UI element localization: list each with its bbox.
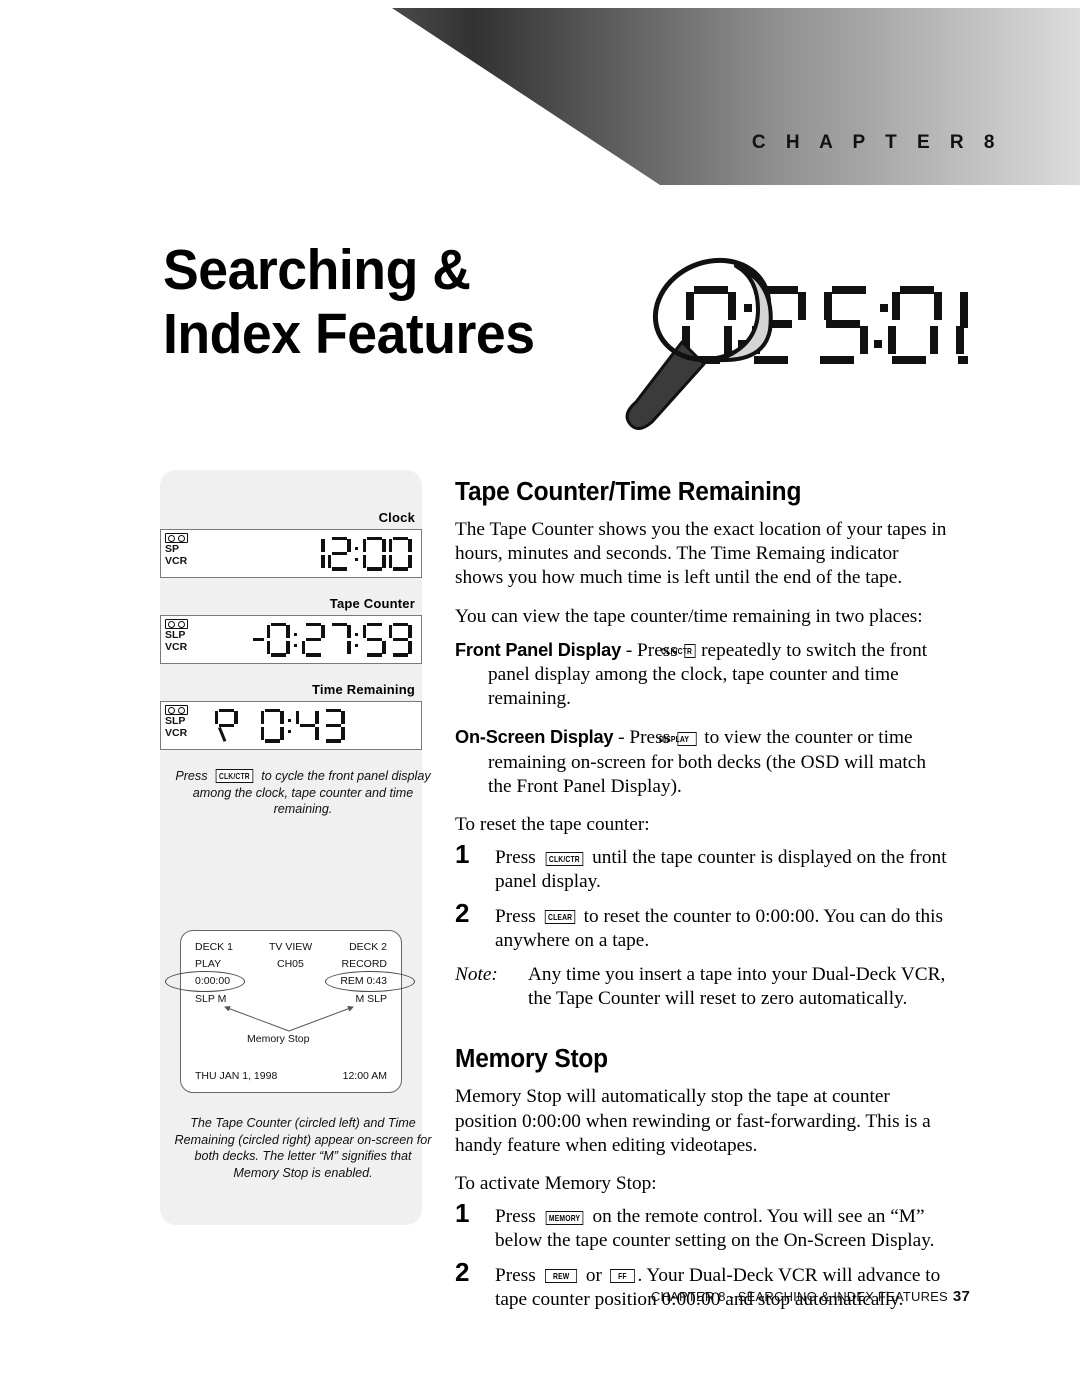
tape-counter-paragraph-1: The Tape Counter shows you the exact loc… <box>455 519 947 589</box>
step-reset-2: 2 Press CLEAR to reset the counter to 0:… <box>455 900 950 953</box>
sidebar-panel <box>160 470 422 1225</box>
cassette-icon <box>165 619 188 629</box>
section-heading-tape-counter: Tape Counter/Time Remaining <box>455 478 802 506</box>
key-ff[interactable]: FF <box>609 1269 635 1284</box>
chapter-banner: C H A P T E R 8 <box>0 0 1080 200</box>
lcd-screen: SLP VCR <box>160 615 422 664</box>
page-title-line2: Index Features <box>163 302 535 367</box>
memory-stop-paragraph-1: Memory Stop will automatically stop the … <box>455 1086 931 1156</box>
tape-counter-paragraph-2: You can view the tape counter/time remai… <box>455 605 923 627</box>
step-pre: Press <box>495 1264 536 1286</box>
step-pre: Press <box>495 1206 536 1228</box>
lcd-speed-label: SLP <box>165 715 186 727</box>
tape-counter-note: Note: Any time you insert a tape into you… <box>455 963 950 1011</box>
reset-intro: To reset the tape counter: <box>455 814 650 836</box>
lcd-source-label: VCR <box>165 726 188 739</box>
osd-callout-arrows <box>224 1005 354 1032</box>
key-clk-ctr[interactable]: CLK/CTR <box>215 768 254 783</box>
note-pre: Press <box>175 769 208 783</box>
lcd-speed-label: SP <box>165 543 180 555</box>
key-clk-ctr[interactable]: CLK/CTR <box>661 644 695 659</box>
sidebar-note-osd: The Tape Counter (circled left) and Time… <box>174 1116 432 1180</box>
lcd-source-label: VCR <box>165 640 188 653</box>
key-clk-ctr[interactable]: CLK/CTR <box>545 851 583 866</box>
step-pre: Press <box>495 847 536 869</box>
page-title: Searching & Index Features <box>163 238 605 367</box>
step-mid: or <box>585 1264 602 1286</box>
chapter-number-label: C H A P T E R 8 <box>751 132 1002 153</box>
note-label: Note: <box>455 964 498 986</box>
hero-illustration <box>608 238 1004 438</box>
key-clear[interactable]: CLEAR <box>544 910 575 925</box>
key-rew[interactable]: REW <box>544 1269 577 1284</box>
lcd-display-time-remaining: Time Remaining SLP VCR <box>160 682 422 750</box>
step-number: 1 <box>455 1198 470 1229</box>
lcd-caption-clock: Clock <box>378 510 415 525</box>
key-memory[interactable]: MEMORY <box>545 1210 583 1225</box>
footer-chapter-label: CHAPTER 8 - SEARCHING & INDEX FEATURES <box>650 1289 948 1304</box>
lcd-status-group: SLP VCR <box>165 619 205 653</box>
step-pre: Press <box>495 905 536 927</box>
bullet-lead-label: On-Screen Display <box>455 727 614 748</box>
note-text: Any time you insert a tape into your Dua… <box>528 964 946 1010</box>
memory-stop-intro: To activate Memory Stop: <box>455 1173 657 1195</box>
magnifier-with-counter <box>625 257 1004 430</box>
step-memory-1: 1 Press MEMORY on the remote control. Yo… <box>455 1200 950 1253</box>
lcd-screen: SP VCR <box>160 529 422 578</box>
page-footer: CHAPTER 8 - SEARCHING & INDEX FEATURES 37 <box>0 1288 1080 1305</box>
lcd-caption-time-remaining: Time Remaining <box>312 682 415 697</box>
main-content: Tape Counter/Time Remaining The Tape Cou… <box>455 478 950 1322</box>
step-reset-1: 1 Press CLK/CTR until the tape counter i… <box>455 841 950 894</box>
bullet-on-screen-display: On-Screen Display - Press DISPLAY to vie… <box>455 725 950 799</box>
seg-letter-r <box>214 708 238 743</box>
lcd-display-clock: Clock SP VCR <box>160 510 422 578</box>
lcd-status-group: SP VCR <box>165 533 205 567</box>
lcd-status-group: SLP VCR <box>165 705 205 739</box>
lcd-value-clock <box>300 536 413 571</box>
key-display[interactable]: DISPLAY <box>659 731 697 746</box>
osd-screen: DECK 1 TV VIEW DECK 2 PLAY CH05 RECORD 0… <box>165 930 415 1093</box>
lcd-value-time-remaining <box>213 708 346 743</box>
page-title-line1: Searching & <box>163 238 471 302</box>
step-number: 2 <box>455 897 470 928</box>
cassette-icon <box>165 533 188 543</box>
lcd-display-tape-counter: Tape Counter SLP VCR <box>160 596 422 664</box>
bullet-front-panel-display: Front Panel Display - Press CLK/CTR repe… <box>455 638 950 712</box>
lcd-screen: SLP VCR <box>160 701 422 750</box>
sidebar-note-front-panel: Press CLK/CTR to cycle the front panel d… <box>160 768 446 818</box>
lcd-value-tape-counter <box>253 622 413 657</box>
cassette-icon <box>165 705 188 715</box>
seven-segment-counter-graphic <box>682 286 1004 364</box>
bullet-lead-label: Front Panel Display <box>455 639 621 660</box>
lcd-source-label: VCR <box>165 554 188 567</box>
step-number: 2 <box>455 1256 470 1287</box>
lcd-speed-label: SLP <box>165 629 186 641</box>
footer-page-number: 37 <box>952 1288 970 1305</box>
magnifier-handle <box>625 340 706 430</box>
step-number: 1 <box>455 839 470 870</box>
section-heading-memory-stop: Memory Stop <box>455 1045 608 1074</box>
banner-shape <box>392 8 1080 185</box>
osd-diagram: DECK 1 TV VIEW DECK 2 PLAY CH05 RECORD 0… <box>160 930 422 1100</box>
lcd-caption-tape-counter: Tape Counter <box>329 596 415 611</box>
